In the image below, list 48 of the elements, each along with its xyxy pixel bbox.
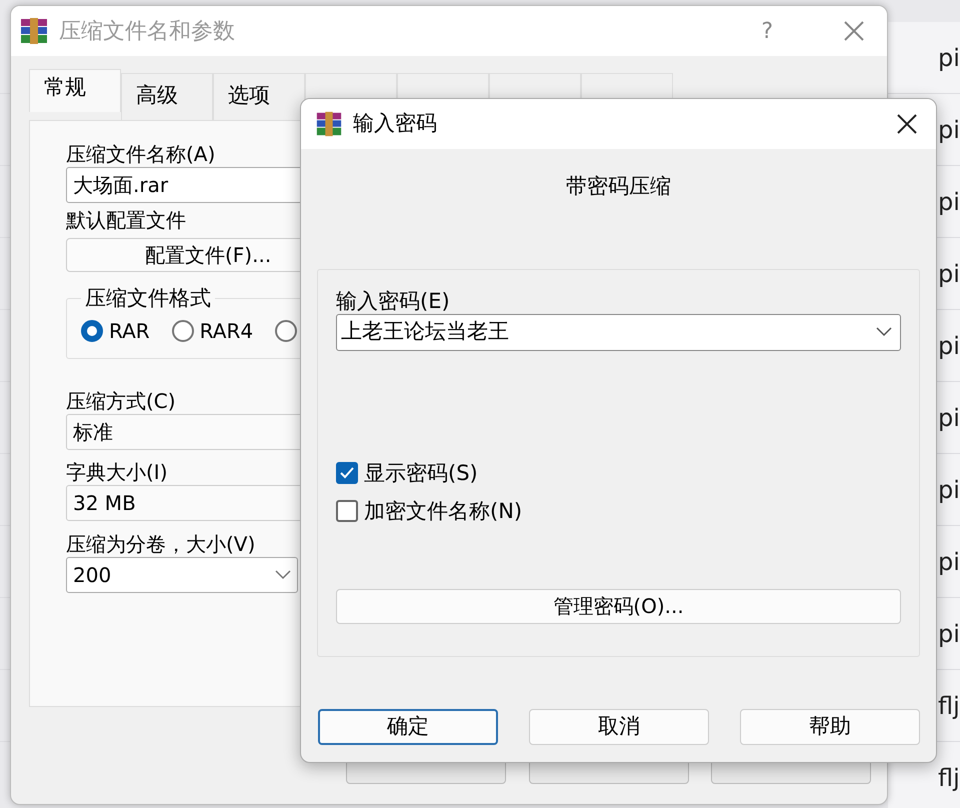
list-item-text: pi [938, 258, 960, 290]
field-label: 默认配置文件 [66, 207, 186, 234]
list-item-text: pi [938, 474, 960, 506]
manage-passwords-button[interactable]: 管理密码(O)... [336, 588, 901, 624]
dialog-button[interactable]: 取消 [529, 708, 709, 744]
list-item-text: pi [938, 42, 960, 74]
help-button[interactable]: ? [761, 14, 773, 48]
radio-label: RAR4 [200, 318, 254, 345]
checkbox[interactable] [336, 462, 358, 484]
tab[interactable] [397, 73, 489, 100]
tab[interactable]: 高级 [121, 73, 213, 120]
password-field[interactable]: 上老王论坛当老王 [336, 314, 901, 350]
list-item-text: flj [938, 762, 960, 794]
window-title: 压缩文件名和参数 [59, 18, 235, 46]
field-label: 压缩为分卷，大小(V) [66, 530, 256, 556]
field-label: 压缩方式(C) [66, 388, 176, 414]
list-item-text: pi [938, 114, 960, 146]
radio-button[interactable] [81, 320, 103, 342]
dialog-title: 输入密码 [353, 110, 437, 138]
tab[interactable]: 选项 [213, 73, 305, 120]
dropdown-caret-icon [275, 570, 291, 580]
field-label: 字典大小(I) [66, 459, 168, 485]
split-size-field[interactable]: 200 [66, 556, 298, 592]
dialog-button[interactable]: 确定 [318, 708, 498, 744]
archive-books-icon [19, 16, 49, 46]
dialog-heading: 带密码压缩 [565, 173, 672, 200]
field-label: 输入密码(E) [336, 288, 450, 314]
radio-button[interactable] [172, 320, 194, 342]
archive-books-icon [315, 110, 343, 138]
list-item-text: pi [938, 330, 960, 362]
radio-label: RAR [109, 318, 150, 345]
tab[interactable] [489, 73, 581, 100]
tab[interactable] [305, 73, 397, 100]
dialog-button[interactable]: 帮助 [740, 708, 920, 744]
list-item-text: pi [938, 546, 960, 578]
list-item-text: pi [938, 186, 960, 218]
checkbox-label[interactable]: 显示密码(S) [364, 458, 478, 486]
close-icon[interactable] [896, 113, 918, 135]
tab[interactable]: 常规 [29, 69, 121, 112]
list-item-text: flj [938, 690, 960, 722]
tab[interactable] [581, 73, 673, 100]
radio-button[interactable] [275, 320, 298, 342]
dropdown-caret-icon [876, 327, 892, 337]
checkbox[interactable] [336, 500, 358, 522]
list-item-text: pi [938, 402, 960, 434]
checkmark-icon [340, 466, 354, 478]
field-label: 压缩文件名称(A) [66, 140, 216, 166]
list-item-text: pi [938, 618, 960, 650]
